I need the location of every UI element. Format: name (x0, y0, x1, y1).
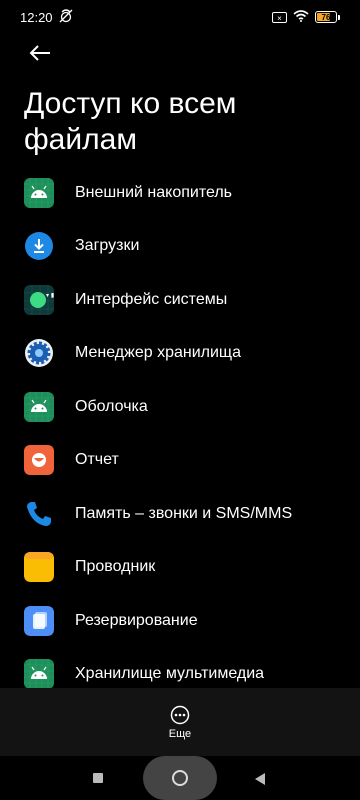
download-icon (24, 231, 54, 261)
app-label: Хранилище мультимедиа (75, 665, 265, 683)
svg-text:▾ ▮: ▾ ▮ (46, 292, 54, 299)
app-label: Память – звонки и SMS/MMS (75, 504, 293, 522)
back-button[interactable] (22, 38, 58, 68)
app-label: Резервирование (75, 611, 198, 629)
app-label: Оболочка (75, 397, 148, 415)
home-button[interactable] (143, 756, 217, 800)
battery-icon: 76 (315, 11, 340, 23)
status-time: 12:20 (20, 9, 53, 25)
home-icon (172, 770, 188, 786)
system-ui-icon: ▾ ▮ (24, 284, 54, 315)
android-icon (24, 391, 54, 422)
app-list-item[interactable]: Оболочка (0, 380, 360, 434)
app-list-item[interactable]: Проводник (0, 541, 360, 595)
phone-icon (24, 499, 54, 529)
app-list-item[interactable]: Внешний накопитель (0, 166, 360, 220)
app-label: Отчет (75, 451, 119, 469)
app-list-item[interactable]: ▾ ▮ Интерфейс системы (0, 273, 360, 327)
status-bar: 12:20 × 76 (0, 0, 360, 34)
nav-back-button[interactable] (254, 772, 266, 790)
app-list-item[interactable]: Менеджер хранилища (0, 327, 360, 381)
folder-icon (24, 552, 54, 583)
more-label: Еще (168, 727, 192, 740)
app-label: Загрузки (75, 237, 140, 255)
wifi-icon (293, 9, 309, 25)
navigation-bar (0, 756, 360, 800)
page-title: Доступ ко всем файлам (24, 87, 237, 156)
battery-cap (338, 14, 340, 20)
status-right: × 76 (272, 9, 340, 25)
battery-level-text: 76 (321, 12, 331, 22)
sim-icon: × (272, 11, 287, 23)
recents-button[interactable] (93, 773, 103, 783)
battery-body: 76 (315, 11, 337, 23)
app-label: Менеджер хранилища (75, 344, 241, 362)
android-icon (24, 177, 54, 208)
app-label: Интерфейс системы (75, 290, 228, 308)
app-list-item[interactable]: Память – звонки и SMS/MMS (0, 487, 360, 541)
app-list-item[interactable]: Загрузки (0, 220, 360, 274)
app-label: Проводник (75, 558, 156, 576)
app-list: Внешний накопитель Загрузки ▾ ▮ Интерфей… (0, 166, 360, 701)
status-left: 12:20 (20, 8, 73, 26)
triangle-back-icon (255, 773, 265, 785)
app-list-item[interactable]: Резервирование (0, 594, 360, 648)
bottom-panel: Еще (0, 688, 360, 756)
report-icon (24, 445, 54, 476)
alarm-off-icon (59, 8, 73, 26)
app-list-item[interactable]: Отчет (0, 434, 360, 488)
more-icon (170, 705, 190, 724)
android-icon (24, 659, 54, 690)
backup-icon (24, 605, 54, 636)
app-label: Внешний накопитель (75, 183, 232, 201)
more-button[interactable]: Еще (169, 705, 191, 740)
arrow-left-icon (29, 45, 50, 61)
storage-manager-icon (24, 338, 54, 368)
